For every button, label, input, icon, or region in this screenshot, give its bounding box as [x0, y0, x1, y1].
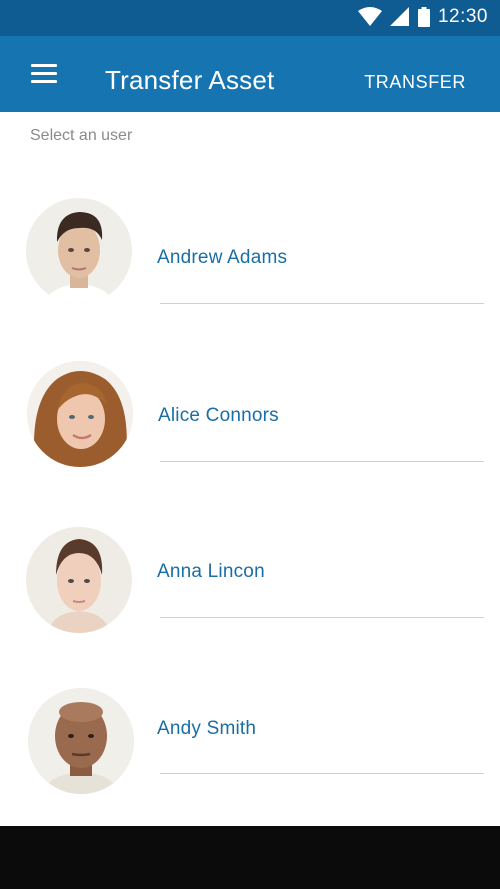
avatar	[28, 688, 134, 794]
user-name: Alice Connors	[158, 405, 279, 426]
user-name: Anna Lincon	[157, 561, 265, 582]
system-nav-bar	[0, 826, 500, 889]
user-item-anna-lincon[interactable]: Anna Lincon	[0, 465, 500, 633]
avatar	[26, 527, 132, 633]
transfer-button[interactable]: TRANSFER	[364, 70, 466, 94]
status-icons: 12:30	[357, 5, 488, 29]
battery-icon	[417, 7, 430, 27]
avatar	[26, 198, 132, 304]
menu-icon[interactable]	[22, 58, 66, 90]
wifi-icon	[357, 7, 382, 27]
user-item-andy-smith[interactable]: Andy Smith	[0, 622, 500, 794]
divider	[160, 617, 484, 618]
user-name: Andy Smith	[157, 718, 257, 739]
status-time: 12:30	[437, 6, 488, 27]
avatar	[27, 361, 133, 467]
app-bar: Transfer Asset TRANSFER	[0, 36, 500, 112]
divider	[160, 773, 484, 774]
status-bar: 12:30	[0, 0, 500, 36]
select-user-hint: Select an user	[30, 127, 133, 144]
divider	[160, 461, 484, 462]
user-item-alice-connors[interactable]: Alice Connors	[0, 308, 500, 467]
signal-icon	[389, 7, 410, 27]
user-name: Andrew Adams	[157, 247, 288, 268]
page-title: Transfer Asset	[105, 65, 275, 95]
divider	[160, 303, 484, 304]
user-item-andrew-adams[interactable]: Andrew Adams	[0, 150, 500, 304]
